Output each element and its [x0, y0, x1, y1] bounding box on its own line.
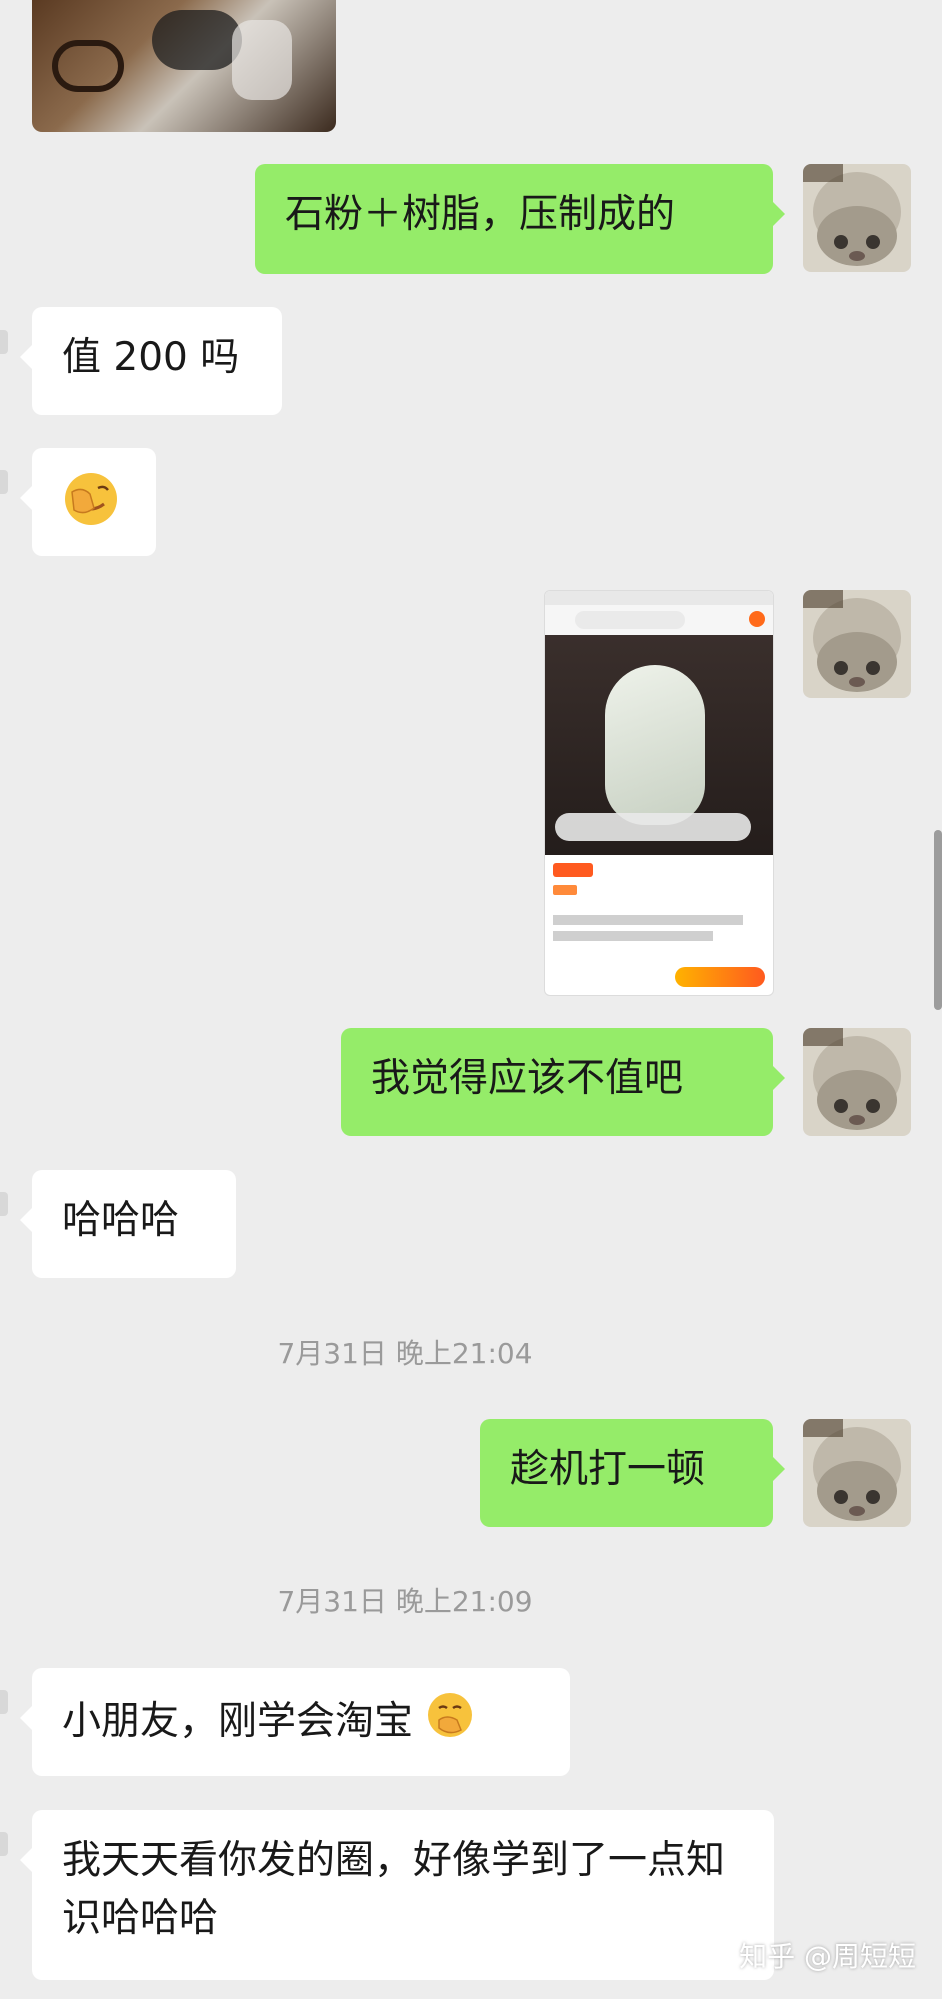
photo-message-top[interactable] — [32, 0, 336, 132]
watermark: 知乎 @周短短 — [739, 1940, 916, 1973]
message-text: 小朋友，刚学会淘宝 — [62, 1699, 414, 1744]
avatar-edge — [0, 1690, 8, 1714]
image-thumbnail[interactable] — [544, 590, 774, 996]
avatar-edge — [0, 470, 8, 494]
incoming-message[interactable] — [20, 448, 156, 556]
avatar[interactable] — [803, 1028, 911, 1136]
outgoing-message[interactable]: 石粉＋树脂，压制成的 — [255, 164, 785, 274]
incoming-message[interactable]: 我天天看你发的圈，好像学到了一点知识哈哈哈 — [20, 1810, 774, 1980]
outgoing-message[interactable]: 我觉得应该不值吧 — [341, 1028, 785, 1136]
message-text: 我天天看你发的圈，好像学到了一点知识哈哈哈 — [62, 1838, 726, 1941]
avatar-edge — [0, 1832, 8, 1856]
message-text: 值 200 吗 — [62, 335, 240, 380]
avatar[interactable] — [803, 590, 911, 698]
facepalm-emoji — [62, 470, 120, 545]
avatar[interactable] — [803, 1419, 911, 1527]
avatar-edge — [0, 330, 8, 354]
incoming-message[interactable]: 小朋友，刚学会淘宝 — [20, 1668, 570, 1776]
message-text: 石粉＋树脂，压制成的 — [285, 192, 676, 237]
hand-over-mouth-emoji — [425, 1690, 475, 1757]
message-text: 哈哈哈 — [62, 1198, 180, 1243]
incoming-message[interactable]: 哈哈哈 — [20, 1170, 236, 1278]
message-text: 趁机打一顿 — [510, 1447, 706, 1492]
timestamp: 7月31日 晚上21:04 — [277, 1337, 533, 1370]
timestamp: 7月31日 晚上21:09 — [277, 1585, 533, 1618]
avatar-edge — [0, 1192, 8, 1216]
scrollbar[interactable] — [934, 830, 942, 1010]
message-text: 我觉得应该不值吧 — [371, 1056, 684, 1101]
outgoing-message[interactable]: 趁机打一顿 — [480, 1419, 785, 1527]
avatar[interactable] — [803, 164, 911, 272]
incoming-message[interactable]: 值 200 吗 — [20, 307, 282, 415]
